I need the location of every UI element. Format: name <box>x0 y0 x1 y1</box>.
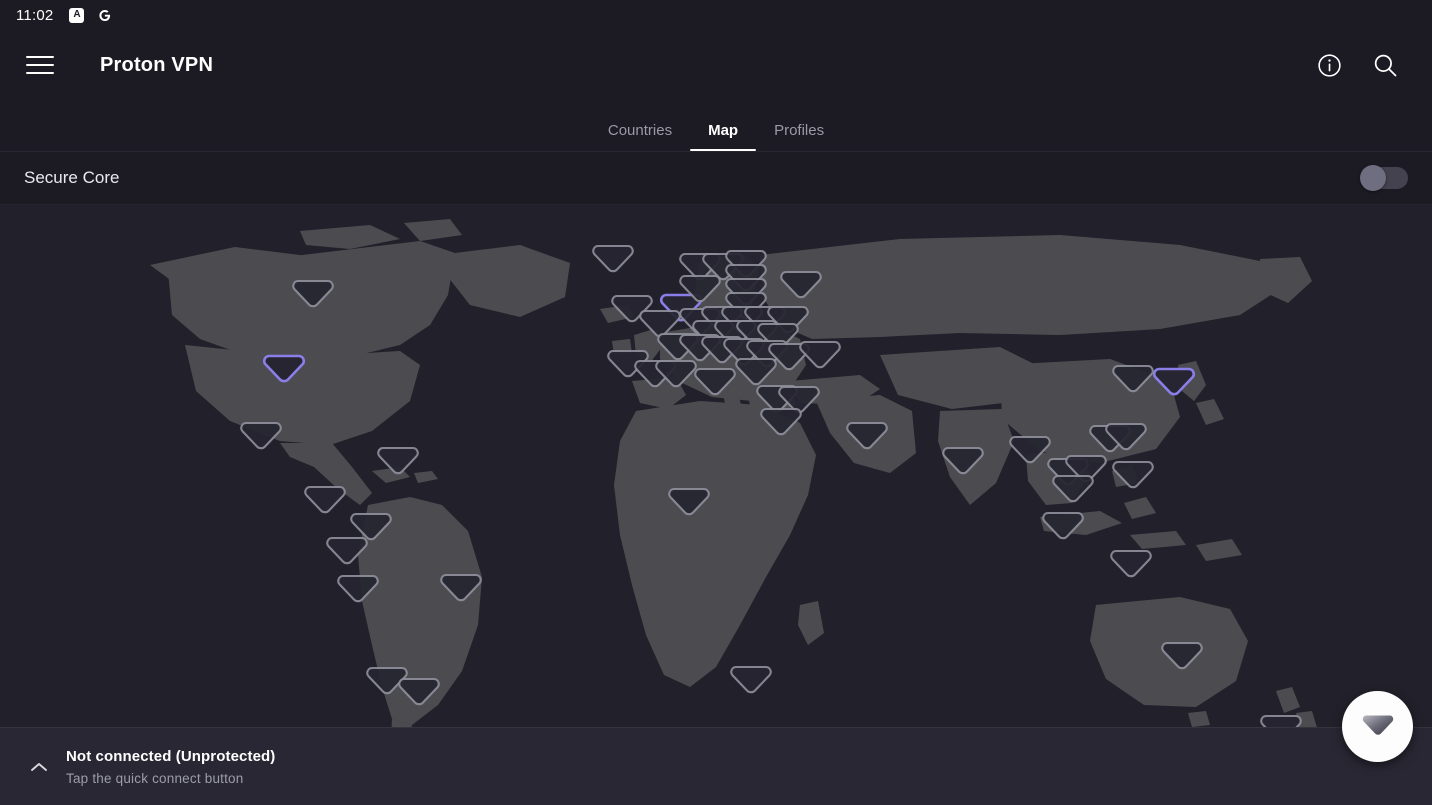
system-status-bar: 11:02 A <box>0 0 1432 30</box>
chevron-up-icon[interactable] <box>22 750 56 784</box>
secure-core-toggle[interactable] <box>1360 165 1408 191</box>
google-icon <box>96 7 113 24</box>
proton-vpn-app: 11:02 A Proton VPN Countries Map Profile… <box>0 0 1432 805</box>
tab-map[interactable]: Map <box>690 123 757 151</box>
connection-status-sheet[interactable]: Not connected (Unprotected) Tap the quic… <box>0 727 1432 805</box>
status-bar-icons: A <box>69 7 113 24</box>
app-bar-actions <box>1314 50 1410 80</box>
quick-connect-button[interactable] <box>1342 691 1413 762</box>
tab-countries[interactable]: Countries <box>590 123 690 151</box>
connection-status-subtitle: Tap the quick connect button <box>66 770 244 786</box>
hamburger-menu-icon[interactable] <box>22 47 58 83</box>
app-bar: Proton VPN <box>0 30 1432 100</box>
world-map[interactable] <box>0 205 1432 805</box>
toggle-knob <box>1360 165 1386 191</box>
secure-core-row: Secure Core <box>0 152 1432 205</box>
secure-core-label: Secure Core <box>24 168 120 187</box>
status-bar-clock: 11:02 <box>16 6 54 24</box>
main-tab-bar: Countries Map Profiles <box>0 100 1432 152</box>
search-icon[interactable] <box>1370 50 1400 80</box>
app-notification-badge-icon: A <box>69 7 85 23</box>
connection-status-texts: Not connected (Unprotected) Tap the quic… <box>66 748 275 786</box>
tab-profiles[interactable]: Profiles <box>756 123 842 151</box>
app-title: Proton VPN <box>100 53 214 76</box>
proton-vpn-logo-icon <box>1358 704 1398 749</box>
info-icon[interactable] <box>1314 50 1344 80</box>
connection-status-title: Not connected (Unprotected) <box>66 747 276 765</box>
